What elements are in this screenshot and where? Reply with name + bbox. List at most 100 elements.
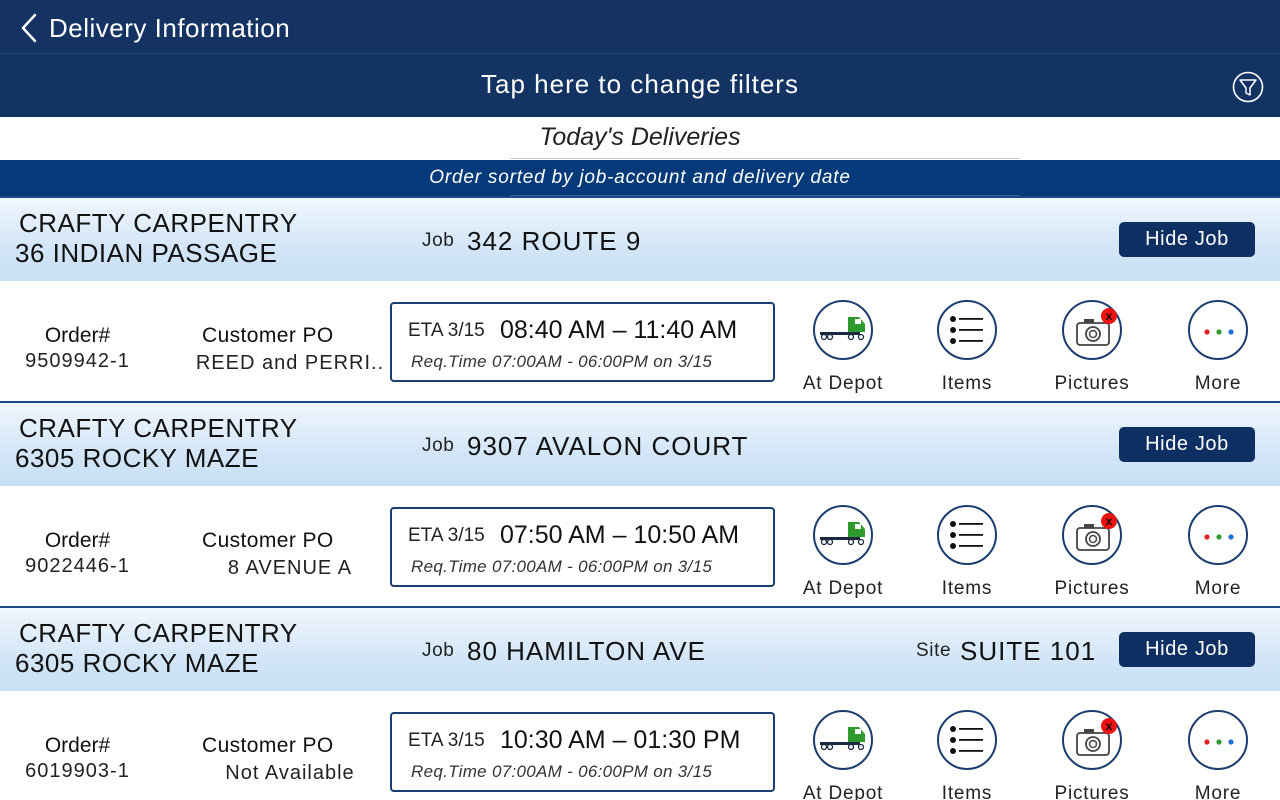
job-card: CRAFTY CARPENTRY 36 INDIAN PASSAGE Job 3… — [0, 196, 1280, 401]
hide-job-button[interactable]: Hide Job — [1119, 632, 1255, 667]
truck-icon — [820, 727, 865, 751]
eta-window: 07:50 AM – 10:50 AM — [500, 521, 740, 549]
error-x-icon: x — [1101, 718, 1117, 734]
filter-bar[interactable]: Tap here to change filters — [0, 54, 1280, 117]
error-x-icon: x — [1101, 308, 1117, 324]
job-card: CRAFTY CARPENTRY 6305 ROCKY MAZE Job 80 … — [0, 606, 1280, 800]
more-label: More — [1194, 783, 1242, 800]
items-button[interactable]: Items — [912, 296, 1022, 396]
job-card: CRAFTY CARPENTRY 6305 ROCKY MAZE Job 930… — [0, 401, 1280, 606]
items-button[interactable]: Items — [912, 501, 1022, 601]
pictures-button[interactable]: x Pictures — [1037, 501, 1147, 601]
order-row: Order# 9509942-1 Customer PO REED and PE… — [0, 281, 1280, 401]
job-header: CRAFTY CARPENTRY 6305 ROCKY MAZE Job 80 … — [0, 606, 1280, 691]
pictures-circle[interactable]: x — [1062, 300, 1122, 360]
pictures-circle[interactable]: x — [1062, 710, 1122, 770]
at-depot-circle[interactable] — [813, 300, 873, 360]
order-number: 6019903-1 — [25, 760, 130, 782]
job-value: 9307 AVALON COURT — [467, 431, 749, 461]
job-label: Job — [422, 435, 455, 456]
eta-date: ETA 3/15 — [408, 730, 485, 751]
truck-icon — [820, 522, 865, 546]
at-depot-label: At Depot — [802, 783, 884, 800]
pictures-label: Pictures — [1054, 783, 1130, 800]
more-circle[interactable] — [1188, 710, 1248, 770]
at-depot-label: At Depot — [802, 373, 884, 394]
sort-note-bar: Order sorted by job-account and delivery… — [0, 160, 1280, 196]
items-circle[interactable] — [937, 300, 997, 360]
filter-icon[interactable] — [1232, 71, 1264, 103]
at-depot-button[interactable]: At Depot — [788, 296, 898, 396]
truck-icon — [820, 317, 865, 341]
order-label: Order# — [44, 734, 111, 757]
filter-bar-text[interactable]: Tap here to change filters — [0, 69, 1280, 100]
more-dots-icon — [1204, 534, 1234, 540]
items-button[interactable]: Items — [912, 706, 1022, 800]
more-dots-icon — [1204, 329, 1234, 335]
order-label: Order# — [44, 324, 111, 347]
order-label: Order# — [44, 529, 111, 552]
customer-po-label: Customer PO — [202, 734, 334, 757]
customer-po-value: REED and PERRI.. — [195, 352, 385, 374]
more-circle[interactable] — [1188, 505, 1248, 565]
account-name: CRAFTY CARPENTRY — [19, 413, 298, 443]
items-label: Items — [941, 578, 993, 599]
items-circle[interactable] — [937, 710, 997, 770]
job-label: Job — [422, 230, 455, 251]
eta-window: 08:40 AM – 11:40 AM — [500, 316, 738, 344]
order-number: 9022446-1 — [25, 555, 130, 577]
list-icon — [950, 726, 983, 754]
more-label: More — [1194, 373, 1242, 394]
eta-box[interactable]: ETA 3/15 10:30 AM – 01:30 PM Req.Time 07… — [390, 712, 775, 792]
pictures-circle[interactable]: x — [1062, 505, 1122, 565]
site-value: SUITE 101 — [960, 636, 1097, 666]
hide-job-button[interactable]: Hide Job — [1119, 427, 1255, 462]
eta-date: ETA 3/15 — [408, 525, 485, 546]
back-chevron-icon[interactable] — [18, 12, 40, 44]
divider — [510, 158, 1020, 159]
section-title-bar: Today's Deliveries — [0, 117, 1280, 160]
order-number: 9509942-1 — [25, 350, 130, 372]
list-icon — [950, 521, 983, 549]
at-depot-circle[interactable] — [813, 505, 873, 565]
section-title: Today's Deliveries — [539, 123, 741, 151]
more-label: More — [1194, 578, 1242, 599]
items-label: Items — [941, 783, 993, 800]
site-label: Site — [916, 640, 952, 661]
more-circle[interactable] — [1188, 300, 1248, 360]
pictures-label: Pictures — [1054, 373, 1130, 394]
eta-box[interactable]: ETA 3/15 07:50 AM – 10:50 AM Req.Time 07… — [390, 507, 775, 587]
job-header: CRAFTY CARPENTRY 36 INDIAN PASSAGE Job 3… — [0, 196, 1280, 281]
sort-note: Order sorted by job-account and delivery… — [429, 167, 851, 188]
account-address: 6305 ROCKY MAZE — [15, 443, 260, 473]
order-row: Order# 9022446-1 Customer PO 8 AVENUE A … — [0, 486, 1280, 606]
at-depot-circle[interactable] — [813, 710, 873, 770]
eta-window: 10:30 AM – 01:30 PM — [500, 726, 741, 754]
hide-job-button[interactable]: Hide Job — [1119, 222, 1255, 257]
items-circle[interactable] — [937, 505, 997, 565]
requested-time: Req.Time 07:00AM - 06:00PM on 3/15 — [411, 557, 713, 576]
error-x-icon: x — [1101, 513, 1117, 529]
pictures-label: Pictures — [1054, 578, 1130, 599]
more-button[interactable]: More — [1163, 501, 1273, 601]
list-icon — [950, 316, 983, 344]
top-bar: Delivery Information — [0, 0, 1280, 54]
pictures-button[interactable]: x Pictures — [1037, 296, 1147, 396]
customer-po-label: Customer PO — [202, 529, 334, 552]
more-button[interactable]: More — [1163, 706, 1273, 800]
account-address: 6305 ROCKY MAZE — [15, 648, 260, 678]
at-depot-button[interactable]: At Depot — [788, 706, 898, 800]
more-dots-icon — [1204, 739, 1234, 745]
eta-date: ETA 3/15 — [408, 320, 485, 341]
pictures-button[interactable]: x Pictures — [1037, 706, 1147, 800]
eta-box[interactable]: ETA 3/15 08:40 AM – 11:40 AM Req.Time 07… — [390, 302, 775, 382]
job-value: 342 ROUTE 9 — [467, 226, 642, 256]
requested-time: Req.Time 07:00AM - 06:00PM on 3/15 — [411, 762, 713, 781]
more-button[interactable]: More — [1163, 296, 1273, 396]
at-depot-button[interactable]: At Depot — [788, 501, 898, 601]
account-name: CRAFTY CARPENTRY — [19, 618, 298, 648]
customer-po-value: 8 AVENUE A — [227, 557, 353, 579]
items-label: Items — [941, 373, 993, 394]
job-label: Job — [422, 640, 455, 661]
account-address: 36 INDIAN PASSAGE — [15, 238, 278, 268]
